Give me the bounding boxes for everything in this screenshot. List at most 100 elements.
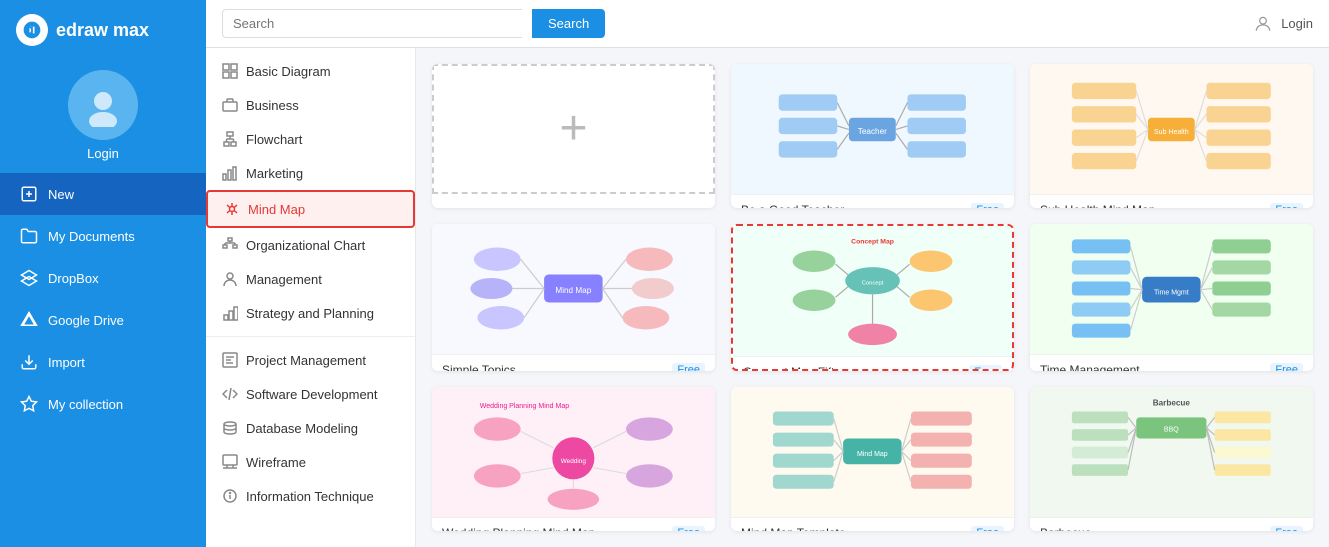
secondary-nav-item-software-dev[interactable]: Software Development <box>206 377 415 411</box>
sidebar-new-label: New <box>48 187 74 202</box>
sidebar-item-my-collection[interactable]: My collection <box>0 383 206 425</box>
sidebar-my-documents-label: My Documents <box>48 229 135 244</box>
svg-text:Time Mgmt: Time Mgmt <box>1154 290 1189 297</box>
sidebar-item-my-documents[interactable]: My Documents <box>0 215 206 257</box>
secondary-nav-label: Wireframe <box>246 455 306 470</box>
svg-text:Sub Health: Sub Health <box>1154 129 1189 136</box>
svg-text:Wedding: Wedding <box>561 458 587 465</box>
sidebar-item-new[interactable]: New <box>0 173 206 215</box>
title-row: Barbecue Free <box>1040 526 1303 531</box>
mind-map-template-diagram: Mind Map <box>745 394 1000 511</box>
svg-text:Mind Map: Mind Map <box>556 286 592 295</box>
template-badge: Free <box>971 203 1004 208</box>
time-mgmt-thumb: Time Mgmt <box>1030 224 1313 354</box>
new-template-card[interactable]: + <box>432 64 715 208</box>
template-card-time-mgmt[interactable]: Time Mgmt <box>1030 224 1313 372</box>
header-login-label[interactable]: Login <box>1281 16 1313 31</box>
user-icon <box>1253 14 1273 34</box>
title-row: Simple Topics Free <box>442 363 705 372</box>
secondary-nav-item-org-chart[interactable]: Organizational Chart <box>206 228 415 262</box>
time-mgmt-info: Time Management Free 👍 0 ♡ 0 ⧉ 0 <box>1030 354 1313 372</box>
good-teacher-thumb: Teacher <box>731 64 1014 194</box>
good-teacher-diagram: Teacher <box>745 71 1000 188</box>
sidebar: D edraw max Login New My Documents DropB… <box>0 0 206 547</box>
mind-map-template-thumb: Mind Map <box>731 387 1014 517</box>
org-chart-icon <box>222 237 238 253</box>
title-row: Be a Good Teacher Free <box>741 203 1004 208</box>
template-badge: Free <box>672 363 705 372</box>
template-badge: Free <box>1270 526 1303 531</box>
secondary-nav-label: Marketing <box>246 166 303 181</box>
title-row: Time Management Free <box>1040 363 1303 372</box>
secondary-nav-label: Mind Map <box>248 202 305 217</box>
mind-map-template-info: Mind Map Template Free 👍 0 ♡ 0 ⧉ 0 <box>731 517 1014 531</box>
sidebar-logo: D edraw max <box>0 0 206 60</box>
info-tech-icon <box>222 488 238 504</box>
concept-map-info: Concept Map Fifteen Free 👍 0 ♡ 0 ⧉ 2 <box>733 356 1012 372</box>
secondary-nav-item-project-mgmt[interactable]: Project Management <box>206 343 415 377</box>
new-card-thumb: + <box>432 64 715 194</box>
sidebar-dropbox-label: DropBox <box>48 271 99 286</box>
secondary-nav-item-strategy[interactable]: Strategy and Planning <box>206 296 415 330</box>
nav-divider <box>206 336 415 337</box>
concept-map-thumb: Concept Map Concept <box>733 226 1012 356</box>
app-name: edraw max <box>56 20 149 41</box>
search-button[interactable]: Search <box>532 9 605 38</box>
sidebar-item-google-drive[interactable]: Google Drive <box>0 299 206 341</box>
svg-text:D: D <box>25 25 33 37</box>
template-badge: Free <box>672 526 705 531</box>
avatar <box>68 70 138 140</box>
template-title: Concept Map Fifteen <box>743 365 854 372</box>
secondary-nav-item-flowchart[interactable]: Flowchart <box>206 122 415 156</box>
template-title: Be a Good Teacher <box>741 203 844 208</box>
template-card-sub-health[interactable]: Sub Health <box>1030 64 1313 208</box>
sidebar-my-collection-label: My collection <box>48 397 123 412</box>
secondary-nav-item-database[interactable]: Database Modeling <box>206 411 415 445</box>
template-title: Wedding Planning Mind Map <box>442 526 595 531</box>
wedding-diagram: Wedding Planning Mind Map Wedding <box>446 394 701 511</box>
svg-text:Mind Map: Mind Map <box>857 451 888 458</box>
grid-icon <box>222 63 238 79</box>
sidebar-item-import[interactable]: Import <box>0 341 206 383</box>
logo-icon: D <box>16 14 48 46</box>
briefcase-icon <box>222 97 238 113</box>
wedding-thumb: Wedding Planning Mind Map Wedding <box>432 387 715 517</box>
barbecue-diagram: Barbecue BBQ <box>1044 394 1299 511</box>
sidebar-nav: New My Documents DropBox Google Drive Im… <box>0 173 206 425</box>
wireframe-icon <box>222 454 238 470</box>
wedding-info: Wedding Planning Mind Map Free 👍 0 ♡ 0 ⧉… <box>432 517 715 531</box>
secondary-nav-item-mind-map[interactable]: Mind Map <box>206 190 415 228</box>
template-title: Mind Map Template <box>741 526 846 531</box>
template-card-mind-map-template[interactable]: Mind Map <box>731 387 1014 531</box>
secondary-nav-item-marketing[interactable]: Marketing <box>206 156 415 190</box>
secondary-nav-item-business[interactable]: Business <box>206 88 415 122</box>
template-card-wedding[interactable]: Wedding Planning Mind Map Wedding <box>432 387 715 531</box>
search-input[interactable] <box>222 9 522 38</box>
flowchart-icon <box>222 131 238 147</box>
template-card-simple-topics[interactable]: Mind Map <box>432 224 715 372</box>
barbecue-info: Barbecue Free 👍 0 ♡ 0 ⧉ 0 <box>1030 517 1313 531</box>
svg-text:Concept Map: Concept Map <box>851 239 894 246</box>
mindmap-icon <box>224 201 240 217</box>
chart-bar-icon <box>222 165 238 181</box>
content-wrap: Basic Diagram Business Flowchart Marketi… <box>206 48 1329 547</box>
good-teacher-info: Be a Good Teacher Free 👍 0 ♡ 0 ⧉ 0 <box>731 194 1014 208</box>
template-card-good-teacher[interactable]: Teacher <box>731 64 1014 208</box>
secondary-nav-item-wireframe[interactable]: Wireframe <box>206 445 415 479</box>
secondary-nav-label: Flowchart <box>246 132 302 147</box>
barbecue-thumb: Barbecue BBQ <box>1030 387 1313 517</box>
title-row: Wedding Planning Mind Map Free <box>442 526 705 531</box>
svg-text:BBQ: BBQ <box>1164 426 1179 433</box>
time-mgmt-diagram: Time Mgmt <box>1044 230 1299 347</box>
sidebar-import-label: Import <box>48 355 85 370</box>
secondary-nav-item-management[interactable]: Management <box>206 262 415 296</box>
title-row: Sub Health Mind Map Free <box>1040 203 1303 208</box>
secondary-nav-item-basic-diagram[interactable]: Basic Diagram <box>206 54 415 88</box>
secondary-nav-item-info-tech[interactable]: Information Technique <box>206 479 415 513</box>
sidebar-item-dropbox[interactable]: DropBox <box>0 257 206 299</box>
template-card-concept-map[interactable]: Concept Map Concept <box>731 224 1014 372</box>
sidebar-login-label[interactable]: Login <box>87 146 119 161</box>
management-icon <box>222 271 238 287</box>
template-card-barbecue[interactable]: Barbecue BBQ <box>1030 387 1313 531</box>
template-title: Barbecue <box>1040 526 1091 531</box>
